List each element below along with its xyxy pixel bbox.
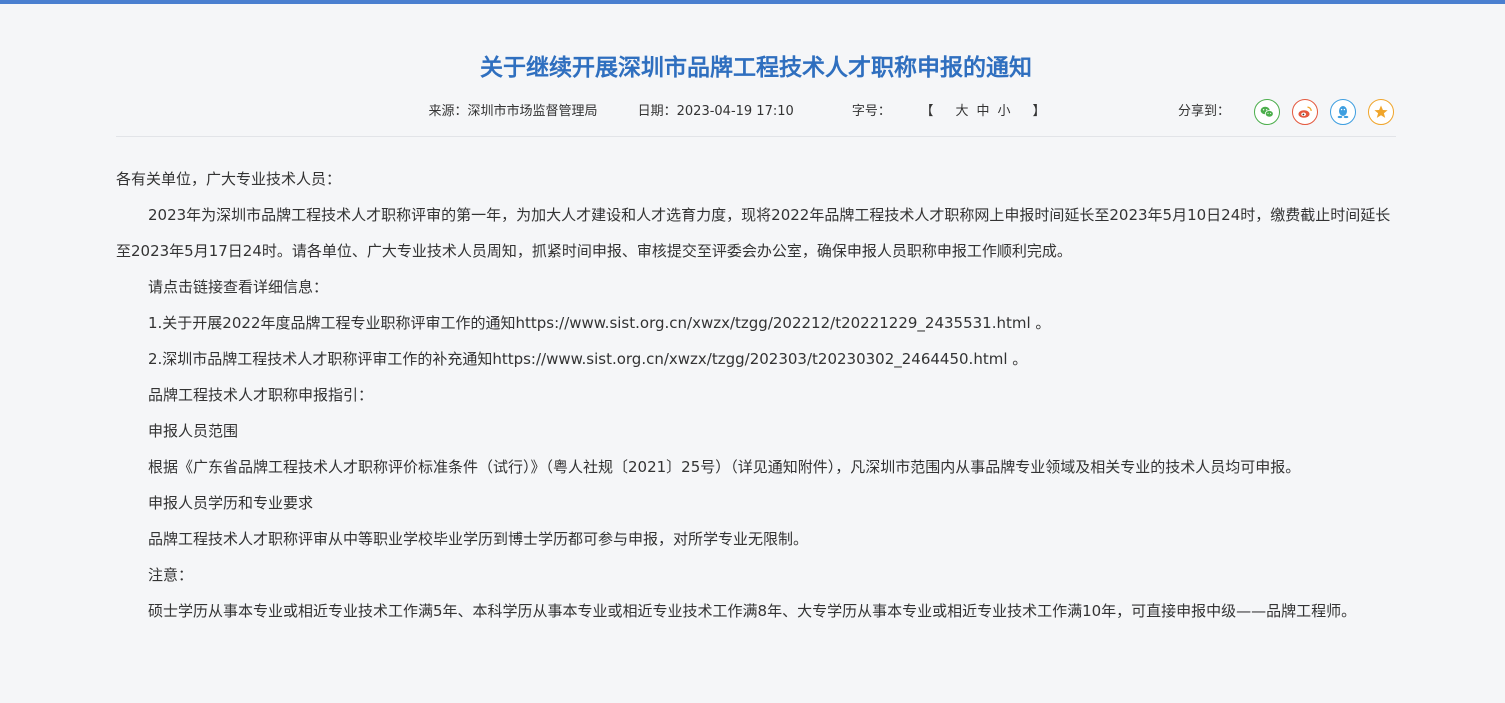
wechat-icon[interactable] (1254, 99, 1280, 125)
section-heading: 申报人员范围 (148, 422, 239, 440)
favorite-icon[interactable] (1368, 99, 1394, 125)
article-body: 各有关单位，广大专业技术人员： 2023年为深圳市品牌工程技术人才职称评审的第一… (116, 137, 1396, 629)
article-meta: 来源：深圳市市场监督管理局 日期：2023-04-19 17:10 字号： 【 大中… (116, 88, 1396, 137)
greeting: 各有关单位，广大专业技术人员： (116, 170, 342, 188)
date-label: 日期：2023-04-19 17:10 (637, 104, 794, 119)
font-size-control: 字号： 【 大中小 】 (834, 104, 1064, 119)
notice-link-2[interactable]: 2.深圳市品牌工程技术人才职称评审工作的补充通知https://www.sist… (116, 341, 1396, 377)
font-size-label: 字号： (851, 104, 891, 119)
article-container: 关于继续开展深圳市品牌工程技术人才职称申报的通知 来源：深圳市市场监督管理局 日… (116, 4, 1396, 629)
font-size-bracket-open: 【 (926, 104, 934, 119)
paragraph: 硕士学历从事本专业或相近专业技术工作满5年、本科学历从事本专业或相近专业技术工作… (148, 602, 1357, 620)
paragraph: 请点击链接查看详细信息： (148, 278, 329, 296)
section-heading: 申报人员学历和专业要求 (148, 494, 314, 512)
paragraph: 根据《广东省品牌工程技术人才职称评价标准条件（试行）》（粤人社规〔2021〕25… (148, 458, 1301, 476)
weibo-icon[interactable] (1292, 99, 1318, 125)
font-size-medium-link[interactable]: 中 (976, 104, 989, 119)
article-title: 关于继续开展深圳市品牌工程技术人才职称申报的通知 (480, 55, 1032, 81)
paragraph: 品牌工程技术人才职称评审从中等职业学校毕业学历到博士学历都可参与申报，对所学专业… (148, 530, 809, 548)
font-size-small-link[interactable]: 小 (997, 104, 1010, 119)
font-size-large-link[interactable]: 大 (955, 104, 968, 119)
section-heading: 品牌工程技术人才职称申报指引： (148, 386, 374, 404)
font-size-bracket-close: 】 (1032, 104, 1046, 119)
note-heading: 注意： (148, 566, 194, 584)
share-bar: 分享到： (1178, 88, 1394, 136)
qq-icon[interactable] (1330, 99, 1356, 125)
notice-link-1[interactable]: 1.关于开展2022年度品牌工程专业职称评审工作的通知https://www.s… (116, 305, 1396, 341)
source-label: 来源：深圳市市场监督管理局 (428, 104, 598, 119)
paragraph: 2023年为深圳市品牌工程技术人才职称评审的第一年，为加大人才建设和人才选育力度… (116, 206, 1391, 260)
share-label: 分享到： (1177, 104, 1230, 119)
